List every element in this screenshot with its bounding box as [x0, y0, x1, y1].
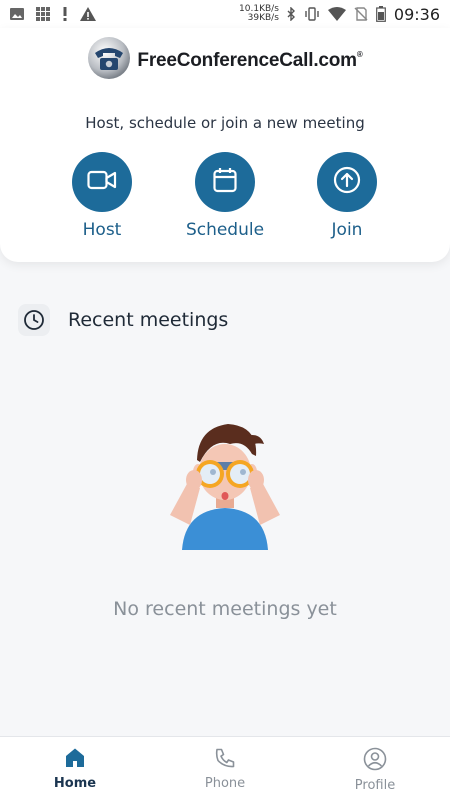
battery-icon: [375, 6, 386, 22]
header-subtitle: Host, schedule or join a new meeting: [85, 114, 365, 132]
nav-phone[interactable]: Phone: [175, 747, 275, 791]
empty-state-message: No recent meetings yet: [113, 598, 337, 620]
host-button[interactable]: Host: [52, 152, 152, 240]
join-button[interactable]: Join: [297, 152, 397, 240]
host-circle: [72, 152, 132, 212]
schedule-button[interactable]: Schedule: [175, 152, 275, 240]
host-label: Host: [82, 220, 122, 240]
network-download: 39KB/s: [247, 13, 279, 23]
nav-phone-label: Phone: [204, 776, 246, 791]
brand-name: FreeConferenceCall.com®: [137, 49, 363, 71]
grid-icon: [36, 7, 50, 21]
join-circle: [317, 152, 377, 212]
status-left-icons: [10, 7, 96, 21]
schedule-label: Schedule: [185, 220, 265, 240]
nav-home[interactable]: Home: [25, 747, 125, 791]
binoculars-person-illustration: [160, 410, 290, 560]
bottom-navigation: Home Phone Profile: [0, 736, 450, 800]
arrow-up-circle-icon: [333, 166, 361, 199]
recent-meetings-header: Recent meetings: [18, 304, 228, 336]
nav-home-label: Home: [53, 776, 97, 791]
status-bar: 10.1KB/s 39KB/s 09:36: [0, 0, 450, 28]
header-card: FreeConferenceCall.com® Host, schedule o…: [0, 28, 450, 262]
image-icon: [10, 8, 24, 20]
video-camera-icon: [87, 169, 117, 196]
clock-icon: [18, 304, 50, 336]
alert-exclamation-icon: [62, 7, 68, 21]
home-icon: [64, 748, 86, 773]
bluetooth-icon: [287, 7, 296, 21]
status-time: 09:36: [393, 4, 440, 24]
network-speed: 10.1KB/s 39KB/s: [239, 5, 279, 23]
vibrate-icon: [304, 7, 320, 21]
recent-meetings-title: Recent meetings: [68, 309, 229, 331]
warning-triangle-icon: [80, 7, 96, 21]
status-right: 10.1KB/s 39KB/s 09:36: [239, 5, 440, 24]
schedule-circle: [195, 152, 255, 212]
registered-mark: ®: [356, 49, 363, 59]
brand-logo: FreeConferenceCall.com®: [0, 36, 450, 85]
wifi-icon: [327, 7, 346, 21]
user-icon: [363, 747, 387, 775]
join-label: Join: [331, 220, 363, 240]
no-sim-icon: [354, 7, 368, 21]
nav-profile-label: Profile: [354, 778, 396, 793]
nav-profile[interactable]: Profile: [325, 747, 425, 793]
phone-logo-icon: [87, 36, 131, 85]
calendar-icon: [213, 167, 237, 198]
phone-icon: [214, 748, 236, 773]
